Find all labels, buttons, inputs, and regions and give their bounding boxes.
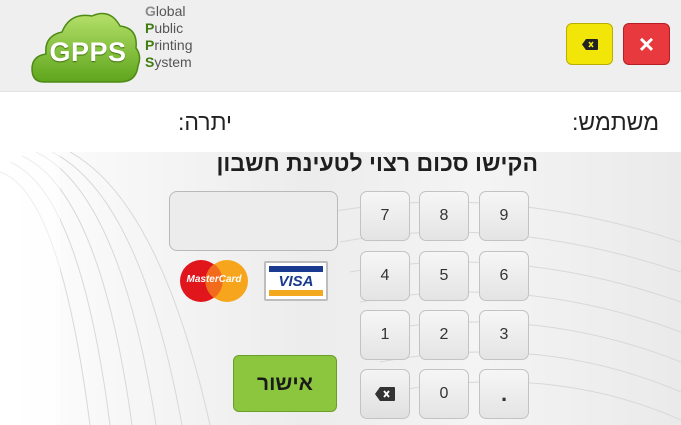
amount-instruction: הקישו סכום רצוי לטעינת חשבון <box>216 150 538 176</box>
brand-line-public: Public <box>145 20 184 36</box>
paper-stack-background <box>0 152 681 425</box>
brand-line-printing: Printing <box>145 37 193 53</box>
confirm-button[interactable]: אישור <box>233 355 337 412</box>
visa-text: VISA <box>278 273 314 290</box>
key-6[interactable]: 6 <box>479 251 529 301</box>
key-2[interactable]: 2 <box>419 310 469 360</box>
backspace-icon <box>581 38 598 50</box>
gpps-logo: GPPS <box>30 6 142 90</box>
brand-line-global: Global <box>145 3 186 19</box>
keypad-panel <box>0 152 681 425</box>
visa-logo: VISA <box>264 261 328 301</box>
key-3[interactable]: 3 <box>479 310 529 360</box>
key-7[interactable]: 7 <box>360 191 410 241</box>
app-header: GPPS Global Public Printing System × <box>0 0 681 92</box>
brand-name: Global Public Printing System <box>145 3 192 71</box>
header-backspace-button[interactable] <box>566 23 613 65</box>
brand-line-system: System <box>145 54 192 70</box>
key-5[interactable]: 5 <box>419 251 469 301</box>
key-4[interactable]: 4 <box>360 251 410 301</box>
key-8[interactable]: 8 <box>419 191 469 241</box>
mastercard-logo: MasterCard <box>179 259 249 303</box>
key-decimal[interactable]: . <box>479 369 529 419</box>
key-9[interactable]: 9 <box>479 191 529 241</box>
user-info-row: משתמש: יתרה: <box>0 92 681 152</box>
mastercard-text: MasterCard <box>186 274 242 285</box>
backspace-icon <box>375 387 395 401</box>
key-0[interactable]: 0 <box>419 369 469 419</box>
close-button[interactable]: × <box>623 23 670 65</box>
keypad-backspace-button[interactable] <box>360 369 410 419</box>
key-1[interactable]: 1 <box>360 310 410 360</box>
balance-label: יתרה: <box>178 109 232 135</box>
user-label: משתמש: <box>571 109 659 135</box>
amount-input[interactable] <box>169 191 338 251</box>
logo-text: GPPS <box>49 37 127 67</box>
close-icon: × <box>638 29 655 59</box>
